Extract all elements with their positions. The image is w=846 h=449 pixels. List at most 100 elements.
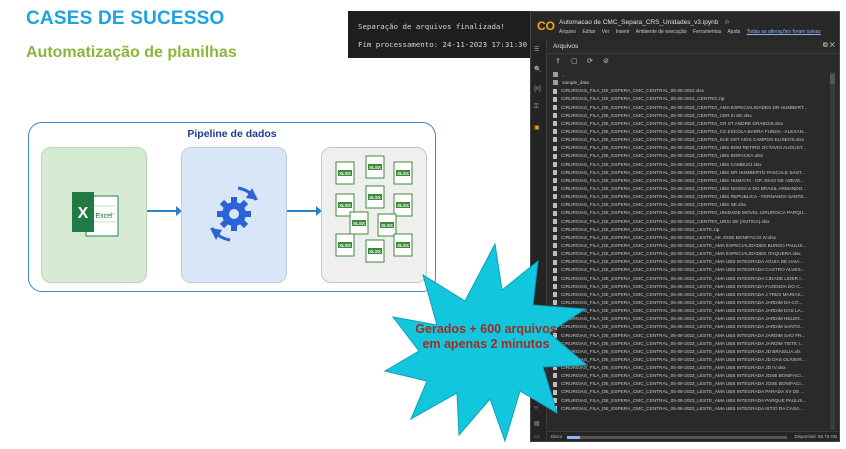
page-subtitle: Automatização de planilhas xyxy=(26,44,237,61)
folder-icon xyxy=(553,72,558,78)
file-item[interactable]: CIRURGIAS_FILA_DE_ESPERA_CMC_CENTRAL_05-… xyxy=(553,356,825,364)
file-item[interactable]: CIRURGIAS_FILA_DE_ESPERA_CMC_CENTRAL_05-… xyxy=(553,112,825,120)
file-item[interactable]: CIRURGIAS_FILA_DE_ESPERA_CMC_CENTRAL_05-… xyxy=(553,95,825,103)
file-item[interactable]: CIRURGIAS_FILA_DE_ESPERA_CMC_CENTRAL_05-… xyxy=(553,266,825,274)
menu-item[interactable]: Ajuda xyxy=(727,29,740,35)
file-icon xyxy=(553,186,557,192)
svg-text:XLSX: XLSX xyxy=(369,195,381,200)
xlsx-file-icon: XLSX xyxy=(393,161,413,185)
notebook-name[interactable]: Automacao de CMC_Separa_CRS_Unidades_v3.… xyxy=(559,18,730,26)
saved-status[interactable]: Todas as alterações foram salvas xyxy=(747,29,821,35)
file-name: CIRURGIAS_FILA_DE_ESPERA_CMC_CENTRAL_05-… xyxy=(561,291,805,297)
file-item[interactable]: CIRURGIAS_FILA_DE_ESPERA_CMC_CENTRAL_05-… xyxy=(553,405,825,413)
file-item[interactable]: CIRURGIAS_FILA_DE_ESPERA_CMC_CENTRAL_05-… xyxy=(553,128,825,136)
file-name: CIRURGIAS_FILA_DE_ESPERA_CMC_CENTRAL_05-… xyxy=(561,316,804,322)
file-item[interactable]: CIRURGIAS_FILA_DE_ESPERA_CMC_CENTRAL_05-… xyxy=(553,340,825,348)
file-name: CIRURGIAS_FILA_DE_ESPERA_CMC_CENTRAL_05-… xyxy=(561,202,747,208)
file-name: CIRURGIAS_FILA_DE_ESPERA_CMC_CENTRAL_05-… xyxy=(561,283,804,289)
menu-icon[interactable]: ☰ xyxy=(534,46,539,53)
svg-text:XLSX: XLSX xyxy=(369,249,381,254)
file-name: .. xyxy=(562,72,565,77)
file-item[interactable]: CIRURGIAS_FILA_DE_ESPERA_CMC_CENTRAL_05-… xyxy=(553,275,825,283)
folder-icon[interactable]: ▣ xyxy=(534,124,540,131)
file-item[interactable]: CIRURGIAS_FILA_DE_ESPERA_CMC_CENTRAL_05-… xyxy=(553,397,825,405)
svg-text:XLSX: XLSX xyxy=(339,203,351,208)
file-item[interactable]: CIRURGIAS_FILA_DE_ESPERA_CMC_CENTRAL_05-… xyxy=(553,250,825,258)
file-name: CIRURGIAS_FILA_DE_ESPERA_CMC_CENTRAL_05-… xyxy=(561,381,805,387)
file-item[interactable]: CIRURGIAS_FILA_DE_ESPERA_CMC_CENTRAL_05-… xyxy=(553,307,825,315)
menu-item[interactable]: Editar xyxy=(582,29,595,35)
file-item[interactable]: CIRURGIAS_FILA_DE_ESPERA_CMC_CENTRAL_05-… xyxy=(553,258,825,266)
file-item[interactable]: CIRURGIAS_FILA_DE_ESPERA_CMC_CENTRAL_05-… xyxy=(553,380,825,388)
file-item[interactable]: CIRURGIAS_FILA_DE_ESPERA_CMC_CENTRAL_05-… xyxy=(553,136,825,144)
file-item[interactable]: CIRURGIAS_FILA_DE_ESPERA_CMC_CENTRAL_05-… xyxy=(553,87,825,95)
file-name: CIRURGIAS_FILA_DE_ESPERA_CMC_CENTRAL_05-… xyxy=(561,324,804,330)
file-item[interactable]: CIRURGIAS_FILA_DE_ESPERA_CMC_CENTRAL_05-… xyxy=(553,332,825,340)
notebook-title[interactable]: Automacao de CMC_Separa_CRS_Unidades_v3.… xyxy=(559,19,718,26)
file-name: CIRURGIAS_FILA_DE_ESPERA_CMC_CENTRAL_05-… xyxy=(561,259,804,265)
close-icon[interactable]: ✕ xyxy=(830,42,835,49)
file-item[interactable]: CIRURGIAS_FILA_DE_ESPERA_CMC_CENTRAL_05-… xyxy=(553,364,825,372)
new-folder-icon[interactable]: ▢ xyxy=(571,57,578,65)
xlsx-file-icon: XLSX xyxy=(335,161,355,185)
file-item[interactable]: CIRURGIAS_FILA_DE_ESPERA_CMC_CENTRAL_05-… xyxy=(553,104,825,112)
file-item[interactable]: CIRURGIAS_FILA_DE_ESPERA_CMC_CENTRAL_05-… xyxy=(553,299,825,307)
file-icon xyxy=(553,137,557,143)
upload-icon[interactable]: ⇪ xyxy=(555,57,561,65)
svg-text:XLSX: XLSX xyxy=(369,165,381,170)
menu-bar: Arquivo Editar Ver Inserir Ambiente de e… xyxy=(559,29,826,35)
file-item[interactable]: CIRURGIAS_FILA_DE_ESPERA_CMC_CENTRAL_05-… xyxy=(553,161,825,169)
flow-arrow xyxy=(147,206,182,216)
folder-item[interactable]: .. xyxy=(553,71,825,79)
gear-icon xyxy=(210,186,258,242)
file-item[interactable]: CIRURGIAS_FILA_DE_ESPERA_CMC_CENTRAL_05-… xyxy=(553,169,825,177)
file-item[interactable]: CIRURGIAS_FILA_DE_ESPERA_CMC_CENTRAL_05-… xyxy=(553,193,825,201)
menu-item[interactable]: Ambiente de execução xyxy=(636,29,687,35)
file-item[interactable]: CIRURGIAS_FILA_DE_ESPERA_CMC_CENTRAL_05-… xyxy=(553,120,825,128)
hide-icon[interactable]: ⊘ xyxy=(603,57,609,65)
menu-item[interactable]: Inserir xyxy=(616,29,630,35)
menu-item[interactable]: Ver xyxy=(602,29,610,35)
file-item[interactable]: CIRURGIAS_FILA_DE_ESPERA_CMC_CENTRAL_05-… xyxy=(553,348,825,356)
menu-item[interactable]: Ferramentas xyxy=(693,29,721,35)
flow-arrow xyxy=(287,206,322,216)
star-icon[interactable]: ☆ xyxy=(724,19,730,26)
variables-icon[interactable]: {x} xyxy=(534,86,541,92)
menu-item[interactable]: Arquivo xyxy=(559,29,576,35)
file-item[interactable]: CIRURGIAS_FILA_DE_ESPERA_CMC_CENTRAL_05-… xyxy=(553,283,825,291)
file-name: CIRURGIAS_FILA_DE_ESPERA_CMC_CENTRAL_05-… xyxy=(561,161,762,167)
file-item[interactable]: CIRURGIAS_FILA_DE_ESPERA_CMC_CENTRAL_05-… xyxy=(553,323,825,331)
refresh-icon[interactable]: ⟳ xyxy=(587,57,593,65)
file-item[interactable]: CIRURGIAS_FILA_DE_ESPERA_CMC_CENTRAL_05-… xyxy=(553,209,825,217)
file-item[interactable]: CIRURGIAS_FILA_DE_ESPERA_CMC_CENTRAL_05-… xyxy=(553,201,825,209)
xlsx-file-icon: XLSX xyxy=(335,233,355,257)
file-item[interactable]: CIRURGIAS_FILA_DE_ESPERA_CMC_CENTRAL_05-… xyxy=(553,242,825,250)
file-icon xyxy=(553,194,557,200)
file-item[interactable]: CIRURGIAS_FILA_DE_ESPERA_CMC_CENTRAL_05-… xyxy=(553,144,825,152)
file-item[interactable]: CIRURGIAS_FILA_DE_ESPERA_CMC_CENTRAL_05-… xyxy=(553,185,825,193)
scrollbar[interactable] xyxy=(830,72,835,430)
svg-text:XLSX: XLSX xyxy=(397,203,409,208)
file-name: CIRURGIAS_FILA_DE_ESPERA_CMC_CENTRAL_05-… xyxy=(561,242,807,248)
file-item[interactable]: CIRURGIAS_FILA_DE_ESPERA_CMC_CENTRAL_05-… xyxy=(553,388,825,396)
file-item[interactable]: CIRURGIAS_FILA_DE_ESPERA_CMC_CENTRAL_05-… xyxy=(553,152,825,160)
file-item[interactable]: CIRURGIAS_FILA_DE_ESPERA_CMC_CENTRAL_05-… xyxy=(553,291,825,299)
folder-item[interactable]: sample_data xyxy=(553,79,825,87)
open-tab-icon[interactable]: ⧉ xyxy=(823,42,828,49)
disk-usage-bar xyxy=(567,436,787,439)
file-item[interactable]: CIRURGIAS_FILA_DE_ESPERA_CMC_CENTRAL_05-… xyxy=(553,315,825,323)
file-item[interactable]: CIRURGIAS_FILA_DE_ESPERA_CMC_CENTRAL_05-… xyxy=(553,226,825,234)
search-icon[interactable]: 🔍 xyxy=(534,66,541,73)
file-item[interactable]: CIRURGIAS_FILA_DE_ESPERA_CMC_CENTRAL_05-… xyxy=(553,372,825,380)
file-item[interactable]: CIRURGIAS_FILA_DE_ESPERA_CMC_CENTRAL_05-… xyxy=(553,234,825,242)
pipeline-diagram: Pipeline de dados X Excel XLSX XLSX XLSX… xyxy=(28,122,436,292)
svg-text:X: X xyxy=(78,205,89,222)
key-icon[interactable]: ⚿ xyxy=(534,104,539,111)
file-item[interactable]: CIRURGIAS_FILA_DE_ESPERA_CMC_CENTRAL_05-… xyxy=(553,218,825,226)
file-name: CIRURGIAS_FILA_DE_ESPERA_CMC_CENTRAL_05-… xyxy=(561,88,705,94)
page-title: CASES DE SUCESSO xyxy=(26,8,225,29)
file-item[interactable]: CIRURGIAS_FILA_DE_ESPERA_CMC_CENTRAL_05-… xyxy=(553,177,825,185)
file-icon xyxy=(553,178,557,184)
xlsx-file-icon: XLSX xyxy=(365,155,385,179)
file-name: CIRURGIAS_FILA_DE_ESPERA_CMC_CENTRAL_05-… xyxy=(561,340,804,346)
